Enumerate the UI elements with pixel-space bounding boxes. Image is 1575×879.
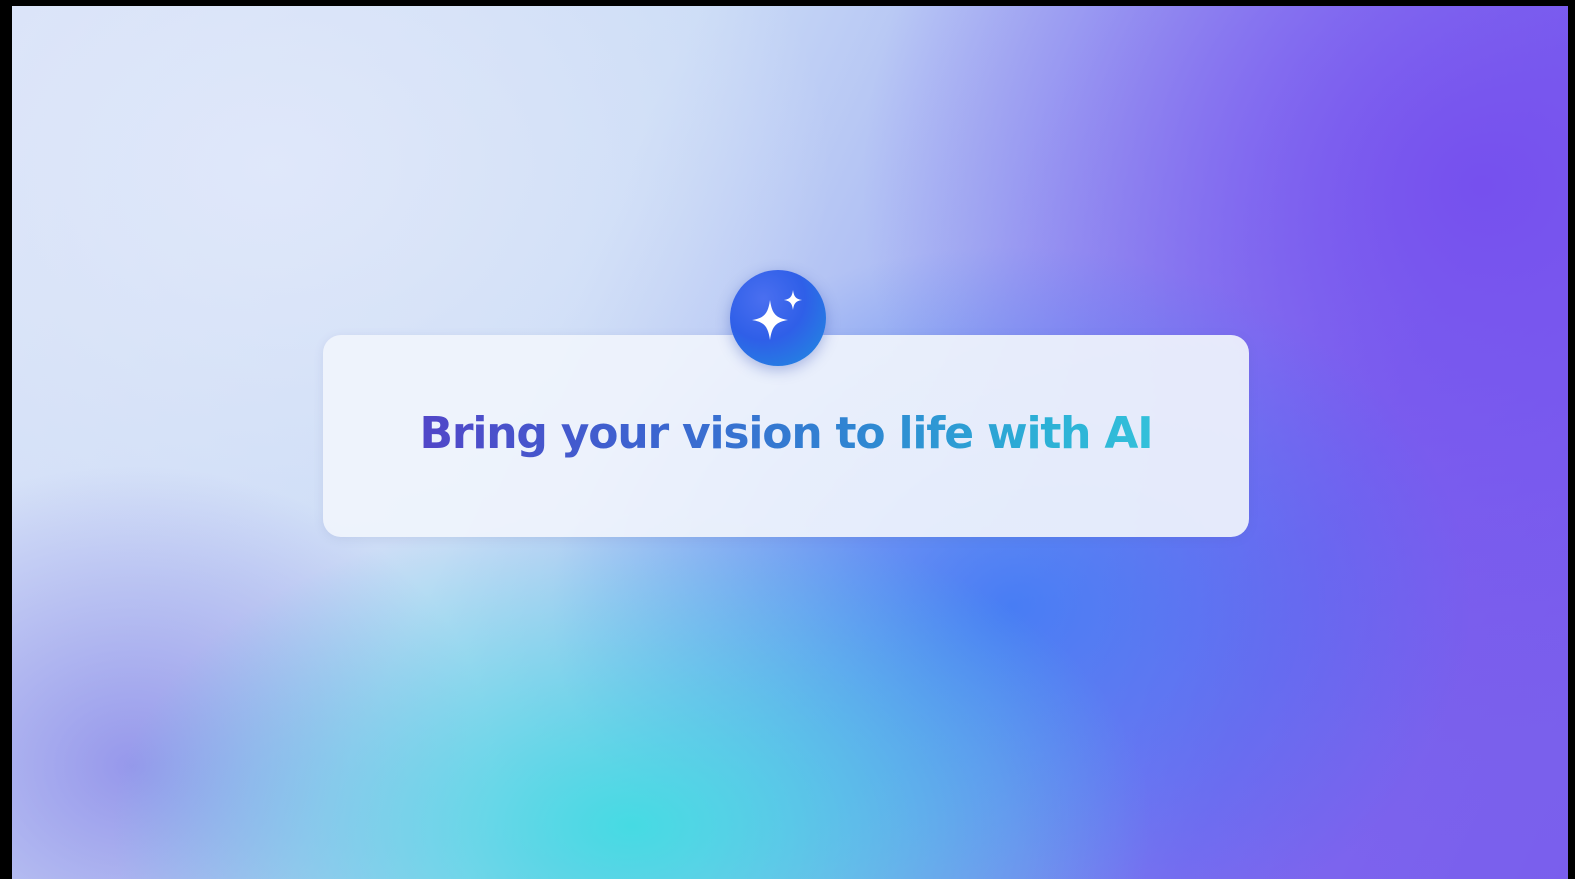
video-frame: Bring your vision to life with AI (0, 0, 1575, 879)
headline: Bring your vision to life with AI (419, 407, 1154, 459)
ai-badge (730, 270, 826, 366)
sparkles-icon (752, 290, 802, 340)
gradient-background: Bring your vision to life with AI (12, 6, 1568, 879)
